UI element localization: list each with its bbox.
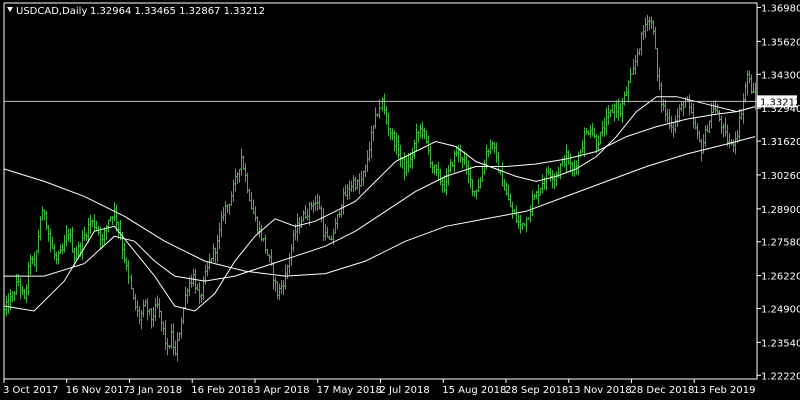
time-tick-label: 17 May 2018 [317, 385, 382, 396]
time-tick-label: 15 Aug 2018 [442, 385, 506, 396]
chart-window: 1.33212 1.36980 1.35620 1.34300 1.32940 1.31… [0, 0, 800, 400]
time-tick-label: 3 Apr 2018 [254, 385, 309, 396]
time-tick-label: 13 Nov 2018 [568, 385, 632, 396]
price-tick-label: 1.27580 [761, 238, 800, 249]
price-tick-label: 1.34300 [761, 70, 800, 81]
time-tick-label: 28 Sep 2018 [505, 385, 568, 396]
price-tick-label: 1.32940 [761, 104, 800, 115]
price-tick-label: 1.28900 [761, 205, 800, 216]
chart-header: USDCAD,Daily 1.32964 1.33465 1.32867 1.3… [7, 6, 265, 17]
time-tick-label: 3 Jan 2018 [129, 385, 183, 396]
ohlc-values: 1.32964 1.33465 1.32867 1.33212 [90, 6, 265, 17]
price-tick-label: 1.35620 [761, 37, 800, 48]
time-tick-label: 28 Dec 2018 [631, 385, 695, 396]
price-tick-label: 1.30260 [761, 171, 800, 182]
time-tick-label: 13 Feb 2019 [693, 385, 755, 396]
price-tick-label: 1.36980 [761, 3, 800, 14]
time-tick-label: 3 Oct 2017 [3, 385, 58, 396]
time-tick-label: 16 Feb 2018 [191, 385, 253, 396]
price-tick-label: 1.23540 [761, 338, 800, 349]
price-tick-label: 1.31620 [761, 137, 800, 148]
price-tick-label: 1.26220 [761, 272, 800, 283]
price-tick-label: 1.24900 [761, 304, 800, 315]
time-tick-label: 16 Nov 2017 [66, 385, 130, 396]
chart-background [0, 0, 800, 400]
price-tick-label: 1.22220 [761, 371, 800, 382]
symbol-label: USDCAD,Daily [16, 6, 87, 17]
price-chart: 1.33212 1.369801.356201.343001.329401.31… [0, 0, 800, 400]
time-tick-label: 2 Jul 2018 [380, 385, 430, 396]
